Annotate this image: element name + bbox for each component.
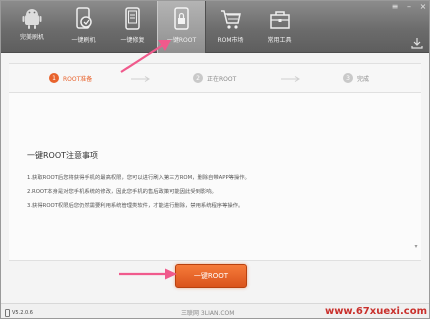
nav-label: ROM市场 (217, 37, 244, 44)
app-window: 完美刷机 一键刷机 一键修复 一键ROOT ROM市场 常用工具 ≡ – × 1… (0, 0, 430, 319)
phone-brush-icon (75, 7, 92, 29)
progress-steps: 1 ROOT准备 2 正在ROOT 3 完成 (9, 63, 421, 93)
logo-text: 完美刷机 (19, 34, 44, 41)
step-complete: 3 完成 (343, 73, 369, 83)
step-label: 完成 (357, 75, 370, 83)
minimize-button[interactable]: – (405, 3, 413, 11)
download-icon[interactable] (411, 37, 423, 49)
lock-icon (173, 7, 189, 30)
scrollbar[interactable]: ▾ (413, 238, 419, 254)
nav-label: 一键修复 (120, 37, 145, 44)
toolbox-icon (269, 11, 290, 29)
notice-line: 3.获得ROOT权限后您仍然需要利用系统管理类软件，才能进行删除，禁用系统程序等… (27, 203, 244, 209)
close-button[interactable]: × (419, 3, 427, 11)
nav-label: 一键ROOT (166, 37, 197, 44)
notice-title: 一键ROOT注意事项 (27, 151, 99, 160)
android-logo-icon (22, 9, 42, 29)
notice-line: 1.获取ROOT后您将获得手机的最高权限，您可以进行刷入第三方ROM，删除自带A… (27, 175, 250, 181)
one-click-root-button[interactable]: 一键ROOT (175, 264, 247, 288)
menu-button[interactable]: ≡ (391, 3, 399, 11)
phone-icon (5, 309, 10, 317)
nav-label: 一键刷机 (71, 37, 96, 44)
version-info: V5.2.0.6 (5, 309, 33, 317)
step-rooting: 2 正在ROOT (193, 73, 236, 83)
nav-item-repair[interactable]: 一键修复 (108, 1, 157, 53)
version-text: V5.2.0.6 (12, 310, 33, 316)
notice-panel: 一键ROOT注意事项 1.获取ROOT后您将获得手机的最高权限，您可以进行刷入第… (9, 93, 421, 261)
scroll-down-icon[interactable]: ▾ (414, 243, 417, 250)
phone-repair-icon (124, 7, 140, 30)
url-watermark: www.67xuexi.com (324, 306, 427, 317)
step-prepare: 1 ROOT准备 (49, 73, 92, 83)
step-label: ROOT准备 (63, 75, 93, 83)
site-watermark: 三联网 3LIAN.COM (181, 310, 235, 317)
cart-icon (220, 10, 241, 29)
nav-item-root[interactable]: 一键ROOT (157, 1, 206, 53)
nav-label: 常用工具 (267, 37, 292, 44)
nav-item-rom-market[interactable]: ROM市场 (206, 1, 255, 53)
nav-item-flash[interactable]: 一键刷机 (59, 1, 108, 53)
step-arrow-icon (131, 76, 150, 82)
step-number: 2 (193, 73, 203, 83)
notice-line: 2.ROOT本身是对您手机系统的修改，因此您手机的售后政策可能因此受到影响。 (27, 189, 217, 195)
nav-item-tools[interactable]: 常用工具 (255, 1, 304, 53)
step-arrow-icon (281, 76, 300, 82)
step-number: 3 (343, 73, 353, 83)
status-bar: V5.2.0.6 三联网 3LIAN.COM www.67xuexi.com (1, 303, 429, 318)
app-logo: 完美刷机 (9, 3, 55, 51)
step-number: 1 (49, 73, 59, 83)
top-toolbar: 完美刷机 一键刷机 一键修复 一键ROOT ROM市场 常用工具 ≡ – × (1, 1, 429, 53)
action-area: 一键ROOT (9, 261, 421, 303)
window-controls: ≡ – × (391, 3, 427, 11)
main-nav: 一键刷机 一键修复 一键ROOT ROM市场 常用工具 (59, 1, 304, 53)
step-label: 正在ROOT (207, 75, 237, 83)
